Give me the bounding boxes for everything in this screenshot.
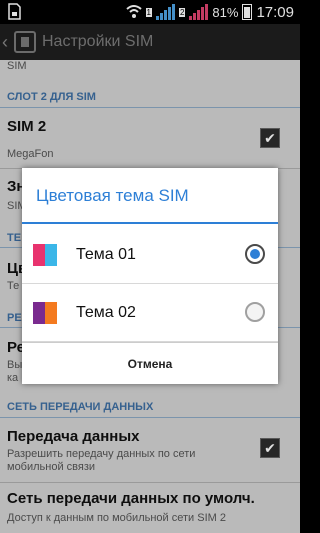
theme-swatch [33,302,57,324]
sim-color-theme-dialog: Цветовая тема SIM Тема 01 Тема 02 Отмена [22,168,278,384]
theme-option-01[interactable]: Тема 01 [22,226,278,284]
cancel-button[interactable]: Отмена [22,342,278,384]
theme-option-label: Тема 01 [76,246,136,263]
radio-button-selected[interactable] [245,244,265,264]
radio-button[interactable] [245,302,265,322]
theme-option-label: Тема 02 [76,304,136,321]
dialog-title: Цветовая тема SIM [22,168,278,224]
theme-option-02[interactable]: Тема 02 [22,284,278,342]
theme-swatch [33,244,57,266]
